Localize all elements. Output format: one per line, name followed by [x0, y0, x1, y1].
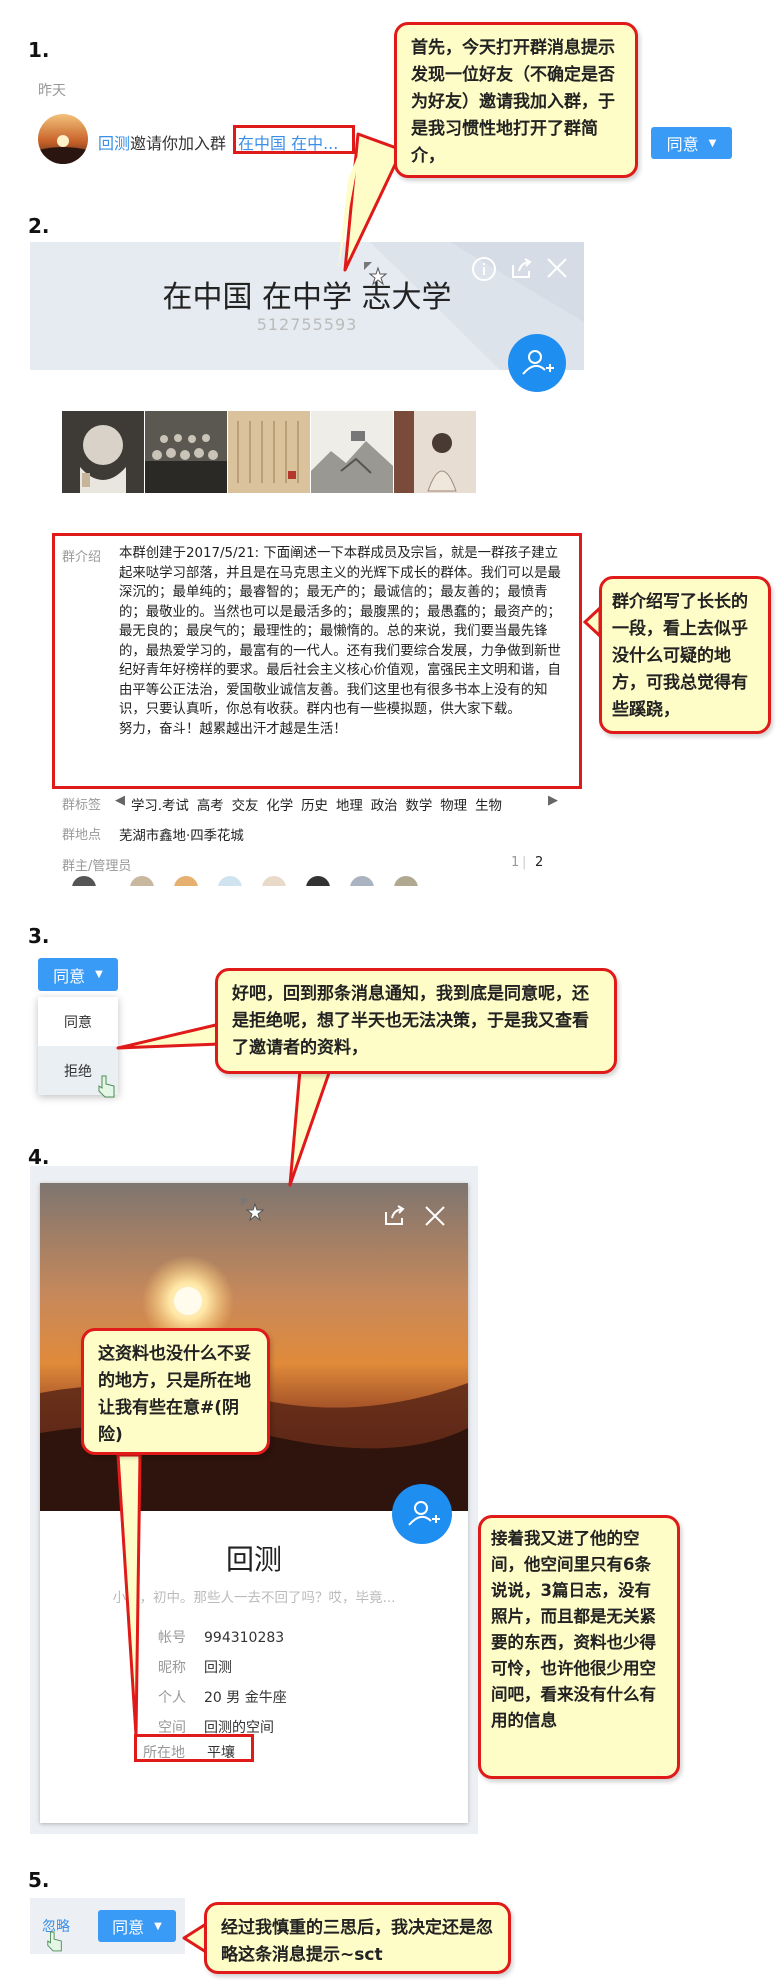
- callout-5: 接着我又进了他的空间，他空间里只有6条说说，3篇日志，没有照片，而且都是无关紧要…: [478, 1515, 680, 1779]
- callout-4: 这资料也没什么不妥的地方，只是所在地让我有些在意#(阴险): [81, 1328, 270, 1455]
- callout-3: 好吧，回到那条消息通知，我到底是同意呢，还是拒绝呢，想了半天也无法决策，于是我又…: [215, 968, 617, 1074]
- callout-2: 群介绍写了长长的一段，看上去似乎没什么可疑的地方，可我总觉得有些蹊跷，: [599, 576, 771, 734]
- callout-1: 首先，今天打开群消息提示发现一位好友（不确定是否为好友）邀请我加入群，于是我习惯…: [394, 22, 638, 178]
- callout-6: 经过我慎重的三思后，我决定还是忽略这条消息提示~sct: [204, 1902, 511, 1974]
